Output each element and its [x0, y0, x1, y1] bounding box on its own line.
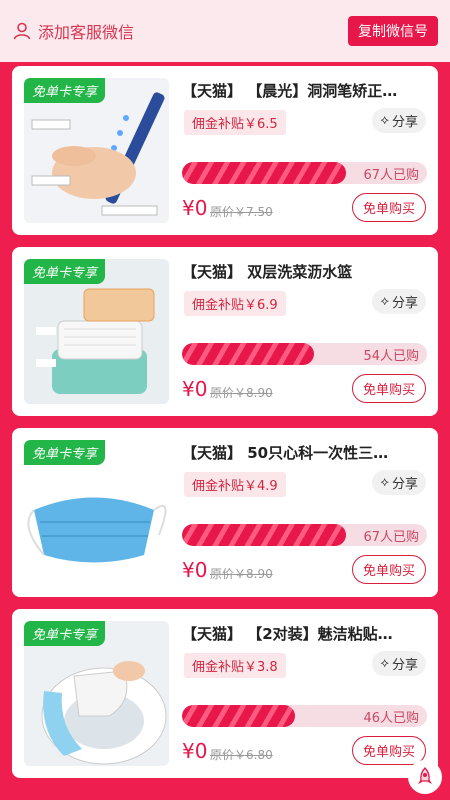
customer-service[interactable]: 添加客服微信 [12, 19, 134, 43]
customer-service-label: 添加客服微信 [38, 23, 135, 42]
share-label: 分享 [391, 296, 418, 311]
share-button[interactable]: ⟡ 分享 [372, 651, 426, 676]
share-icon: ⟡ [380, 113, 389, 128]
original-price: 原价￥8.90 [210, 567, 273, 581]
current-price: ¥0 [182, 739, 208, 763]
copy-wechat-button[interactable]: 复制微信号 [348, 16, 438, 46]
current-price: ¥0 [182, 558, 208, 582]
progress-fill [182, 705, 295, 727]
free-buy-button[interactable]: 免单购买 [351, 193, 426, 222]
sold-count: 67人已购 [363, 530, 419, 545]
sales-progress-bar: 46人已购 [182, 705, 427, 727]
commission-subsidy: 佣金补贴￥3.8 [184, 653, 286, 678]
sold-count: 67人已购 [363, 168, 419, 183]
share-button[interactable]: ⟡ 分享 [372, 470, 426, 495]
free-card-badge: 免单卡专享 [24, 78, 106, 103]
share-icon: ⟡ [380, 475, 389, 490]
original-price: 原价￥8.90 [210, 386, 273, 400]
product-card[interactable]: 免单卡专享 【天猫】 【2对装】魅洁粘贴… 佣金补贴￥3.8 ⟡ 分享 46人已… [12, 609, 438, 778]
commission-subsidy: 佣金补贴￥6.5 [184, 110, 286, 135]
product-title: 【天猫】 50只心科一次性三… [182, 444, 389, 462]
current-price: ¥0 [182, 196, 208, 220]
product-card[interactable]: 免单卡专享 【天猫】 50只心科一次性三… 佣金补贴￥4.9 ⟡ 分享 67人已… [12, 428, 438, 597]
product-card[interactable]: 免单卡专享 【天猫】 【晨光】洞洞笔矫正… 佣金补贴￥6.5 ⟡ 分享 67人已… [12, 66, 438, 235]
user-icon [13, 22, 31, 40]
back-to-top-button[interactable] [408, 760, 442, 794]
product-card[interactable]: 免单卡专享 【天猫】 双层洗菜沥水篮 佣金补贴￥6.9 ⟡ 分享 54人已购 ¥… [12, 247, 438, 416]
original-price: 原价￥6.80 [210, 748, 273, 762]
share-label: 分享 [391, 115, 418, 130]
progress-fill [182, 162, 347, 184]
product-title: 【天猫】 【晨光】洞洞笔矫正… [182, 82, 398, 100]
product-list: 免单卡专享 【天猫】 【晨光】洞洞笔矫正… 佣金补贴￥6.5 ⟡ 分享 67人已… [12, 66, 438, 778]
free-card-badge: 免单卡专享 [24, 440, 106, 465]
share-icon: ⟡ [380, 294, 389, 309]
free-buy-button[interactable]: 免单购买 [351, 374, 426, 403]
progress-fill [182, 343, 315, 365]
sales-progress-bar: 67人已购 [182, 162, 427, 184]
free-card-badge: 免单卡专享 [24, 621, 106, 646]
product-image-face-mask[interactable]: 免单卡专享 [24, 440, 169, 585]
share-label: 分享 [391, 477, 418, 492]
free-card-badge: 免单卡专享 [24, 259, 106, 284]
share-button[interactable]: ⟡ 分享 [372, 289, 426, 314]
product-title: 【天猫】 双层洗菜沥水篮 [182, 263, 353, 281]
sold-count: 54人已购 [363, 349, 419, 364]
commission-subsidy: 佣金补贴￥4.9 [184, 472, 286, 497]
share-button[interactable]: ⟡ 分享 [372, 108, 426, 133]
share-icon: ⟡ [380, 656, 389, 671]
free-buy-button[interactable]: 免单购买 [351, 555, 426, 584]
free-buy-button[interactable]: 免单购买 [351, 736, 426, 765]
product-image-drain-basket[interactable]: 免单卡专享 [24, 259, 169, 404]
progress-fill [182, 524, 347, 546]
product-image-pencil-grip[interactable]: 免单卡专享 [24, 78, 169, 223]
sales-progress-bar: 67人已购 [182, 524, 427, 546]
share-label: 分享 [391, 658, 418, 673]
product-image-toilet-seat-pad[interactable]: 免单卡专享 [24, 621, 169, 766]
sold-count: 46人已购 [363, 711, 419, 726]
rocket-icon [418, 767, 432, 784]
current-price: ¥0 [182, 377, 208, 401]
product-title: 【天猫】 【2对装】魅洁粘贴… [182, 625, 393, 643]
header-bar: 添加客服微信 复制微信号 [0, 0, 450, 62]
sales-progress-bar: 54人已购 [182, 343, 427, 365]
commission-subsidy: 佣金补贴￥6.9 [184, 291, 286, 316]
original-price: 原价￥7.50 [210, 205, 273, 219]
